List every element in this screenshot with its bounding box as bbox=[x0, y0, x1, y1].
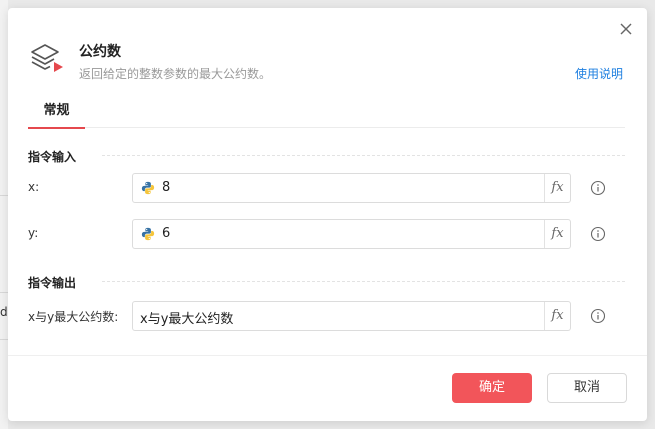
field-label-x: x: bbox=[28, 180, 40, 194]
tab-general[interactable]: 常规 bbox=[28, 100, 85, 129]
background-divider bbox=[0, 339, 8, 340]
python-icon bbox=[141, 181, 155, 195]
close-icon[interactable] bbox=[617, 20, 635, 38]
dialog-subtitle: 返回给定的整数参数的最大公约数。 bbox=[79, 67, 272, 81]
fx-button[interactable]: fx bbox=[544, 220, 570, 248]
y-input[interactable]: 6 fx bbox=[132, 219, 571, 249]
help-link[interactable]: 使用说明 bbox=[575, 65, 623, 82]
footer-divider bbox=[8, 355, 647, 356]
field-label-result: x与y最大公约数: bbox=[28, 310, 119, 324]
tab-bar: 常规 bbox=[28, 100, 625, 129]
x-value: 8 bbox=[162, 180, 171, 195]
background-panel bbox=[0, 0, 8, 429]
section-divider bbox=[102, 281, 625, 282]
dialog-title: 公约数 bbox=[79, 44, 121, 60]
fx-button[interactable]: fx bbox=[544, 302, 570, 330]
info-icon[interactable] bbox=[590, 226, 606, 242]
tab-label: 常规 bbox=[43, 103, 70, 118]
background-divider bbox=[0, 195, 8, 196]
python-icon bbox=[141, 227, 155, 241]
y-value: 6 bbox=[162, 226, 171, 241]
section-title-output: 指令输出 bbox=[28, 276, 77, 290]
field-label-y: y: bbox=[28, 226, 39, 240]
result-variable-input[interactable]: x与y最大公约数 fx bbox=[132, 301, 571, 331]
background-divider bbox=[0, 292, 8, 293]
tab-active-indicator bbox=[28, 127, 85, 129]
info-icon[interactable] bbox=[590, 180, 606, 196]
x-input[interactable]: 8 fx bbox=[132, 173, 571, 203]
cancel-button[interactable]: 取消 bbox=[547, 373, 627, 403]
section-title-input: 指令输入 bbox=[28, 150, 77, 164]
result-value: x与y最大公约数 bbox=[140, 312, 234, 327]
info-icon[interactable] bbox=[590, 308, 606, 324]
layers-play-icon bbox=[31, 44, 63, 72]
confirm-button[interactable]: 确定 bbox=[452, 373, 532, 403]
section-divider bbox=[102, 155, 625, 156]
gcd-dialog: 公约数 返回给定的整数参数的最大公约数。 使用说明 常规 指令输入 x: 8 f… bbox=[8, 8, 647, 421]
fx-button[interactable]: fx bbox=[544, 174, 570, 202]
background-text: d bbox=[0, 305, 8, 319]
